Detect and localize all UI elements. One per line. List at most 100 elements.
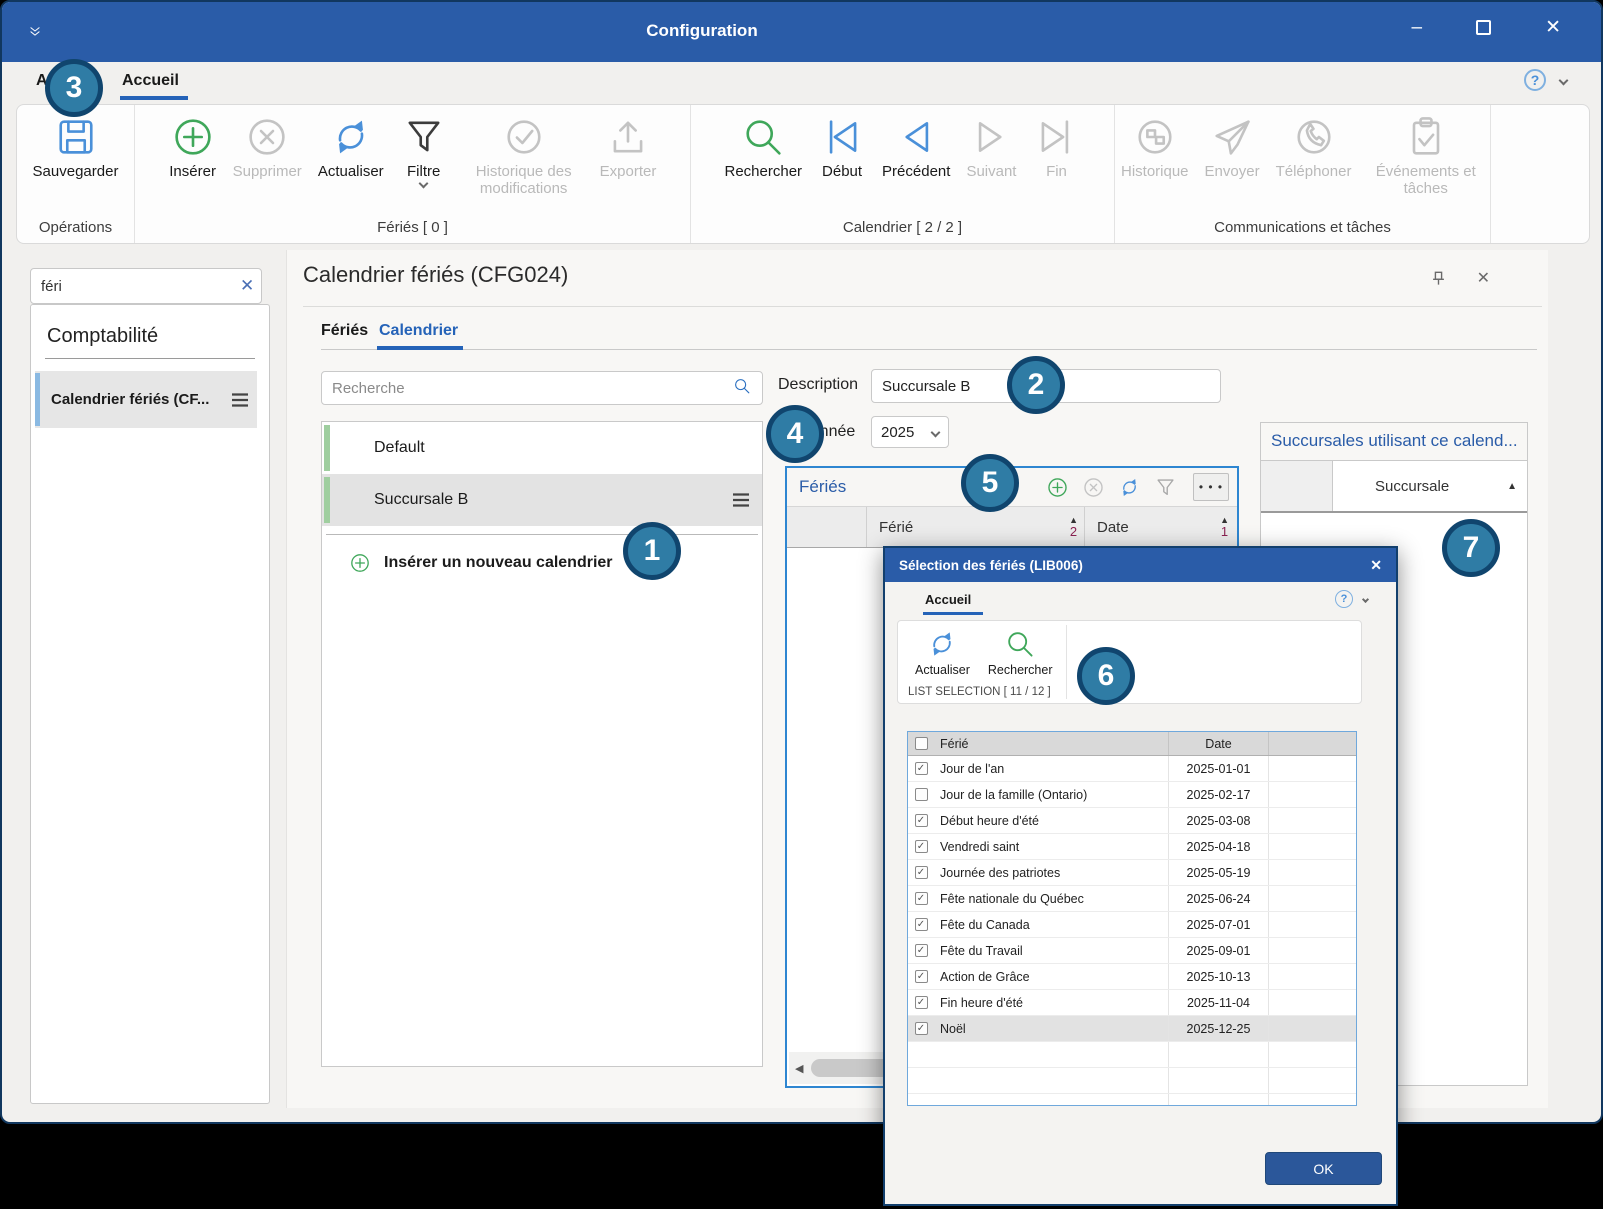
more-options-button[interactable]: • • •: [1193, 473, 1229, 501]
calendar-search-input[interactable]: [332, 380, 732, 397]
actualiser-button[interactable]: Actualiser: [906, 627, 979, 677]
checkbox-checked[interactable]: ✓: [915, 944, 928, 957]
empty-cell: [1268, 912, 1356, 937]
annotation-badge-3: 3: [45, 59, 103, 117]
app-menu-icon[interactable]: [26, 22, 44, 40]
checkbox-checked[interactable]: ✓: [915, 866, 928, 879]
chevron-down-icon[interactable]: [419, 179, 429, 189]
holiday-date: 2025-02-17: [1168, 782, 1268, 807]
minimize-button[interactable]: –: [1412, 17, 1423, 39]
close-panel-icon[interactable]: ✕: [1477, 268, 1490, 288]
table-row-fete-nationale-du-quebec[interactable]: ✓Fête nationale du Québec2025-06-24: [908, 886, 1356, 912]
checkbox-checked[interactable]: ✓: [915, 918, 928, 931]
chevron-down-icon[interactable]: [1559, 75, 1569, 85]
column-header-date[interactable]: Date ▲ 1: [1085, 507, 1237, 547]
filtre-button[interactable]: Filtre: [394, 113, 454, 187]
tab-feries[interactable]: Fériés: [321, 322, 368, 340]
table-row-journee-des-patriotes[interactable]: ✓Journée des patriotes2025-05-19: [908, 860, 1356, 886]
table-row-debut-heure-d-ete[interactable]: ✓Début heure d'été2025-03-08: [908, 808, 1356, 834]
envoyer-button[interactable]: Envoyer: [1199, 113, 1266, 180]
calendar-search-box: [321, 371, 763, 405]
ribbon-group-communications-et-taches: HistoriqueEnvoyerTéléphonerÉvénements et…: [1115, 105, 1491, 243]
year-dropdown[interactable]: 2025: [871, 416, 949, 448]
historique-des-modifications-button[interactable]: Historique des modifications: [458, 113, 590, 198]
column-header-ferie[interactable]: Férié: [934, 737, 1168, 751]
actualiser-button[interactable]: Actualiser: [312, 113, 390, 180]
row-selector-column: [787, 507, 867, 547]
checkbox-unchecked[interactable]: [915, 788, 928, 801]
button-label: Rechercher: [988, 663, 1053, 677]
menu-icon[interactable]: [231, 392, 249, 408]
checkbox-checked[interactable]: ✓: [915, 840, 928, 853]
rechercher-button[interactable]: Rechercher: [719, 113, 809, 180]
delete-row-icon[interactable]: [1081, 475, 1106, 500]
supprimer-button[interactable]: Supprimer: [227, 113, 308, 180]
sidebar-item-calendrier-feries[interactable]: Calendrier fériés (CF...: [35, 371, 257, 428]
table-row-action-de-grace[interactable]: ✓Action de Grâce2025-10-13: [908, 964, 1356, 990]
holiday-date: 2025-10-13: [1168, 964, 1268, 989]
table-row-jour-de-la-famille-ontario[interactable]: Jour de la famille (Ontario)2025-02-17: [908, 782, 1356, 808]
precedent-button[interactable]: Précédent: [876, 113, 956, 180]
divider: [45, 358, 255, 359]
calendar-list-item-succursale-b[interactable]: Succursale B: [322, 474, 762, 526]
close-button[interactable]: ✕: [1545, 16, 1561, 39]
telephoner-button[interactable]: Téléphoner: [1270, 113, 1358, 180]
clear-search-icon[interactable]: ✕: [240, 276, 254, 296]
checkbox-checked[interactable]: ✓: [915, 1022, 928, 1035]
table-row-jour-de-l-an[interactable]: ✓Jour de l'an2025-01-01: [908, 756, 1356, 782]
dialog-tab-accueil[interactable]: Accueil: [925, 592, 971, 607]
table-row-fete-du-canada[interactable]: ✓Fête du Canada2025-07-01: [908, 912, 1356, 938]
column-header-date[interactable]: Date: [1168, 732, 1268, 755]
filter-icon[interactable]: [1153, 475, 1178, 500]
checkbox-checked[interactable]: ✓: [915, 892, 928, 905]
search-icon[interactable]: [732, 376, 752, 401]
help-icon[interactable]: ?: [1524, 69, 1546, 91]
calendar-list-item-default[interactable]: Default: [322, 422, 762, 474]
table-row-vendredi-saint[interactable]: ✓Vendredi saint2025-04-18: [908, 834, 1356, 860]
sort-order-number: 2: [1070, 525, 1077, 538]
debut-button[interactable]: Début: [812, 113, 872, 180]
branches-panel-title: Succursales utilisant ce calend...: [1261, 423, 1527, 461]
help-icon[interactable]: ?: [1335, 590, 1353, 608]
annotation-badge-7: 7: [1442, 519, 1500, 577]
ribbon-spacer: [1491, 105, 1589, 243]
fin-button[interactable]: Fin: [1026, 113, 1086, 180]
checkbox-checked[interactable]: ✓: [915, 762, 928, 775]
tab-calendrier[interactable]: Calendrier: [379, 322, 458, 340]
holiday-date: 2025-11-04: [1168, 990, 1268, 1015]
tab-accueil[interactable]: Accueil: [122, 72, 179, 90]
column-header-succursale[interactable]: Succursale ▲: [1333, 461, 1527, 511]
checkbox-checked[interactable]: ✓: [915, 996, 928, 1009]
evenements-et-taches-button[interactable]: Événements et tâches: [1361, 113, 1490, 198]
circle-plus-icon: [348, 551, 372, 575]
table-row-fin-heure-d-ete[interactable]: ✓Fin heure d'été2025-11-04: [908, 990, 1356, 1016]
menu-icon[interactable]: [732, 492, 750, 508]
holiday-name: Journée des patriotes: [934, 866, 1168, 880]
ribbon-tab-row: Ac Accueil ?: [2, 62, 1601, 104]
rechercher-button[interactable]: Rechercher: [979, 627, 1062, 677]
inserer-button[interactable]: Insérer: [163, 113, 223, 180]
sidebar-search-input[interactable]: [41, 278, 240, 295]
chevron-down-icon[interactable]: [1362, 595, 1369, 602]
refresh-icon[interactable]: [1117, 475, 1142, 500]
add-row-icon[interactable]: [1045, 475, 1070, 500]
dialog-close-button[interactable]: ✕: [1370, 557, 1382, 574]
table-row-fete-du-travail[interactable]: ✓Fête du Travail2025-09-01: [908, 938, 1356, 964]
suivant-button[interactable]: Suivant: [960, 113, 1022, 180]
window-title: Configuration: [562, 21, 842, 41]
empty-table-row: [908, 1094, 1356, 1106]
maximize-button[interactable]: [1476, 20, 1491, 35]
ok-button[interactable]: OK: [1265, 1152, 1382, 1185]
pin-icon[interactable]: [1430, 270, 1447, 287]
checkbox-checked[interactable]: ✓: [915, 970, 928, 983]
select-all-checkbox[interactable]: [915, 737, 928, 750]
table-row-noel[interactable]: ✓Noël2025-12-25: [908, 1016, 1356, 1042]
checkbox-checked[interactable]: ✓: [915, 814, 928, 827]
column-header-ferie[interactable]: Férié ▲ 2: [867, 507, 1085, 547]
historique-button[interactable]: Historique: [1115, 113, 1195, 180]
insert-link-label: Insérer un nouveau calendrier: [384, 554, 613, 572]
exporter-button[interactable]: Exporter: [594, 113, 663, 180]
scroll-left-icon[interactable]: ◀: [795, 1062, 803, 1075]
insert-new-calendar-link[interactable]: Insérer un nouveau calendrier: [322, 535, 762, 575]
sauvegarder-button[interactable]: Sauvegarder: [27, 113, 125, 180]
